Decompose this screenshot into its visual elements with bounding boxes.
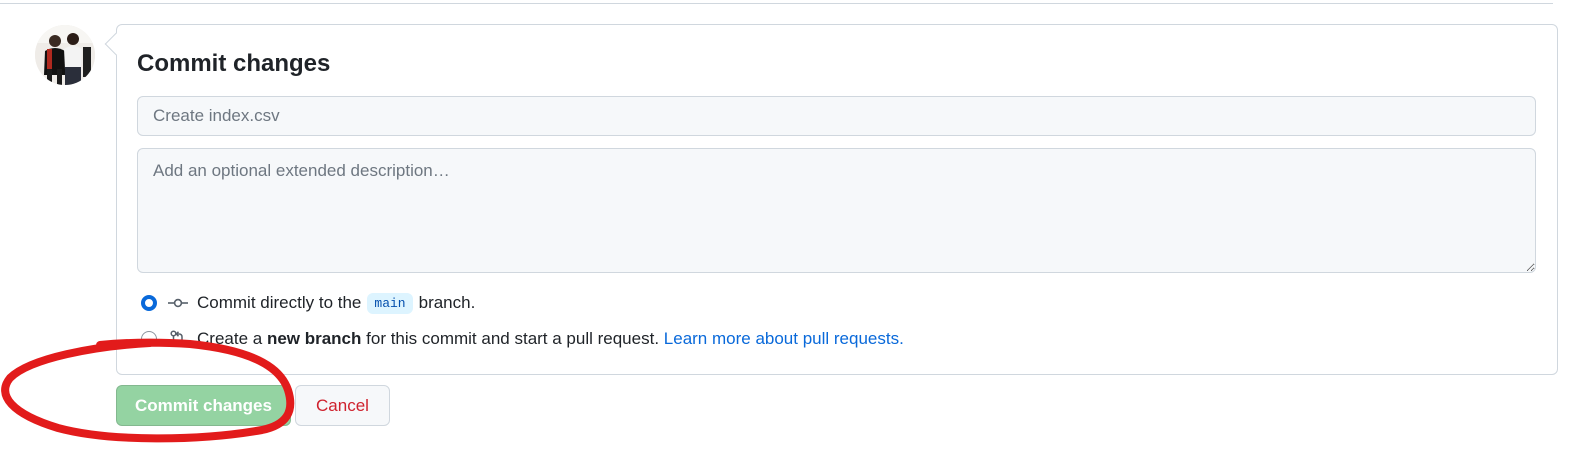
cancel-button[interactable]: Cancel <box>295 385 390 426</box>
commit-summary-input[interactable] <box>137 96 1536 136</box>
learn-more-pull-requests-link[interactable]: Learn more about pull requests. <box>664 329 904 349</box>
git-commit-icon <box>167 292 189 314</box>
branch-name-badge: main <box>367 292 413 314</box>
commit-description-textarea[interactable] <box>137 148 1536 273</box>
commit-changes-button[interactable]: Commit changes <box>116 385 291 426</box>
commit-direct-option[interactable]: Commit directly to the main branch. <box>141 292 475 314</box>
avatar[interactable] <box>35 25 95 85</box>
commit-direct-text-after: branch. <box>418 293 476 312</box>
commit-form-title: Commit changes <box>137 50 331 77</box>
new-branch-option[interactable]: Create a new branch for this commit and … <box>141 328 904 350</box>
new-branch-bold-text: new branch <box>266 329 362 348</box>
git-pull-request-icon <box>167 328 189 350</box>
new-branch-text-before: Create a <box>197 329 263 348</box>
new-branch-text-after: for this commit and start a pull request… <box>366 329 660 348</box>
commit-direct-text-before: Commit directly to the <box>197 293 362 312</box>
new-branch-radio[interactable] <box>141 331 157 347</box>
commit-direct-radio[interactable] <box>141 295 157 311</box>
avatar-photo <box>35 25 95 85</box>
top-divider <box>0 3 1553 4</box>
